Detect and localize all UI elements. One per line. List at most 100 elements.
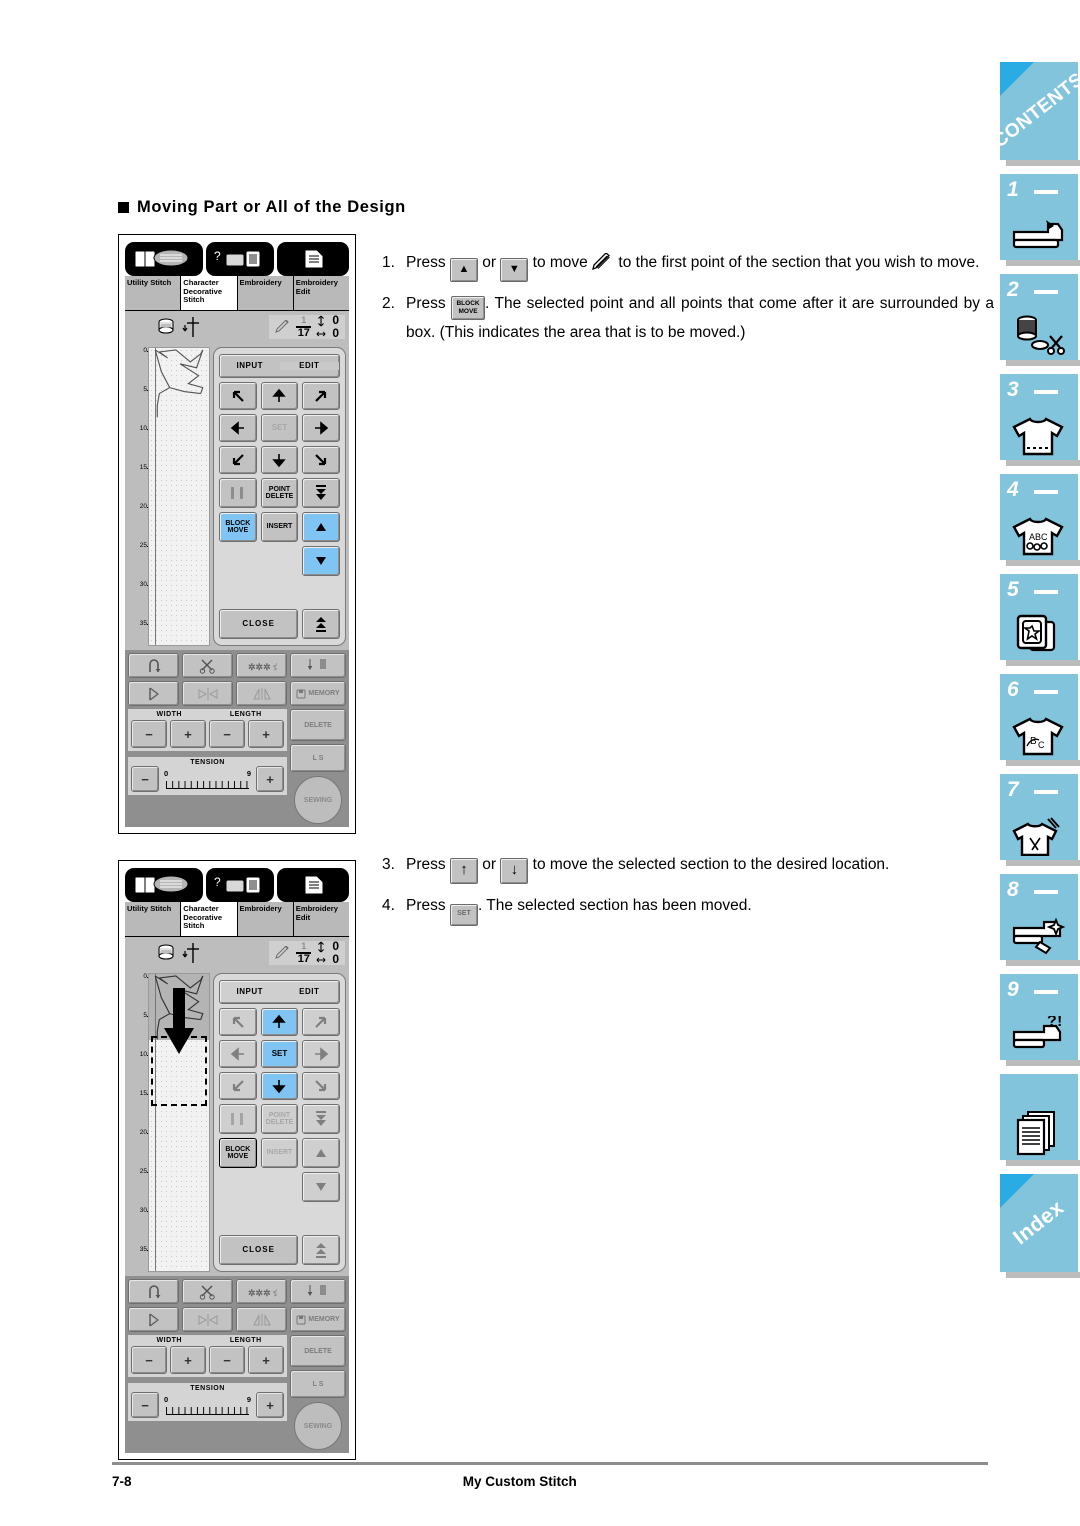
inline-up-arrow-key[interactable]: ▲	[449, 258, 478, 282]
inline-move-down-key[interactable]: ↓	[500, 858, 529, 884]
auto-lock-button[interactable]: ✲✲✲ ✩	[236, 1279, 287, 1304]
input-edit-toggle-2[interactable]: INPUT EDIT	[219, 980, 340, 1004]
width-plus-button[interactable]: +	[170, 720, 206, 748]
sidebar-tab-index[interactable]: Index	[1000, 1174, 1080, 1278]
sidebar-tab-1[interactable]: 1	[1000, 174, 1080, 266]
arrow-up-left-button[interactable]	[219, 1008, 257, 1036]
insert-button[interactable]: INSERT	[260, 512, 299, 542]
mirror-horizontal-button[interactable]	[182, 1307, 233, 1332]
tension-plus-button[interactable]: +	[256, 766, 284, 792]
tab-utility-stitch[interactable]: Utility Stitch	[125, 276, 182, 310]
arrow-right-button[interactable]	[302, 414, 340, 442]
delete-button[interactable]: DELETE	[290, 709, 346, 741]
arrow-down-right-button[interactable]	[302, 446, 340, 474]
tension-scale[interactable]: 0 9	[162, 1394, 253, 1416]
insert-button[interactable]: INSERT	[260, 1138, 299, 1168]
mirror-vertical-button[interactable]	[236, 1307, 287, 1332]
sidebar-tab-contents[interactable]: CONTENTS	[989, 62, 1080, 166]
tab-embroidery-edit[interactable]: Embroidery Edit	[293, 902, 349, 936]
width-minus-button[interactable]: −	[131, 720, 167, 748]
edit-mode-button[interactable]: EDIT	[280, 988, 340, 996]
length-minus-button[interactable]: −	[209, 720, 245, 748]
sidebar-tab-5[interactable]: 5	[1000, 574, 1080, 666]
sidebar-tab-appendix[interactable]	[1000, 1074, 1080, 1166]
reverse-stitch-button[interactable]	[128, 653, 179, 678]
input-edit-toggle-1[interactable]: INPUT EDIT	[219, 354, 340, 378]
set-button-1[interactable]: SET	[260, 414, 299, 442]
close-button-1[interactable]: CLOSE	[219, 609, 299, 639]
point-delete-button[interactable]: POINT DELETE	[260, 1104, 299, 1134]
design-canvas-1[interactable]	[148, 347, 210, 646]
stitch-width-guide-button[interactable]	[128, 1307, 179, 1332]
arrow-left-button[interactable]	[219, 1040, 257, 1068]
width-minus-button[interactable]: −	[131, 1346, 167, 1374]
design-canvas-2[interactable]	[148, 973, 210, 1272]
point-delete-button[interactable]: POINT DELETE	[260, 478, 299, 508]
scroll-down-button-2[interactable]	[302, 1172, 340, 1202]
needle-mode-button[interactable]	[290, 1279, 346, 1304]
stitch-width-guide-button[interactable]	[128, 681, 179, 706]
tab-embroidery-edit[interactable]: Embroidery Edit	[293, 276, 349, 310]
width-plus-button[interactable]: +	[170, 1346, 206, 1374]
sidebar-tab-4[interactable]: 4 ABC	[1000, 474, 1080, 566]
length-minus-button[interactable]: −	[209, 1346, 245, 1374]
mirror-vertical-button[interactable]	[236, 681, 287, 706]
tension-minus-button[interactable]: −	[131, 1392, 159, 1418]
sewing-button[interactable]: SEWING	[294, 776, 342, 824]
feed-bars-button[interactable]	[219, 478, 257, 508]
thread-cutter-button[interactable]	[182, 1279, 233, 1304]
block-move-button-2[interactable]: BLOCK MOVE	[219, 1138, 257, 1168]
length-plus-button[interactable]: +	[248, 720, 284, 748]
arrow-right-button[interactable]	[302, 1040, 340, 1068]
memory-button[interactable]: MEMORY	[290, 681, 346, 706]
tab-utility-stitch[interactable]: Utility Stitch	[125, 902, 182, 936]
arrow-down-button-2[interactable]	[260, 1072, 299, 1100]
delete-button[interactable]: DELETE	[290, 1335, 346, 1367]
scroll-up-button-1[interactable]	[302, 512, 340, 542]
settings-list-icon[interactable]	[277, 868, 349, 902]
arrow-up-left-button[interactable]	[219, 382, 257, 410]
design-preview-2[interactable]: 0 5 10 15 20 25 30 35	[128, 973, 210, 1272]
arrow-down-right-button[interactable]	[302, 1072, 340, 1100]
ls-button[interactable]: L S	[290, 1370, 346, 1398]
sidebar-tab-9[interactable]: 9?!	[1000, 974, 1080, 1066]
edit-mode-button[interactable]: EDIT	[279, 362, 339, 370]
tab-character-decorative-stitch[interactable]: Character Decorative Stitch	[181, 902, 238, 936]
memory-button[interactable]: MEMORY	[290, 1307, 346, 1332]
inline-set-key[interactable]: SET	[449, 904, 478, 926]
arrow-up-button[interactable]	[260, 382, 299, 410]
arrow-down-button[interactable]	[260, 446, 299, 474]
reverse-stitch-button[interactable]	[128, 1279, 179, 1304]
help-machine-icon[interactable]: ?	[206, 868, 274, 902]
tab-character-decorative-stitch[interactable]: Character Decorative Stitch	[181, 276, 238, 310]
tension-plus-button[interactable]: +	[256, 1392, 284, 1418]
set-button-2[interactable]: SET	[260, 1040, 299, 1068]
inline-block-move-key[interactable]: BLOCK MOVE	[451, 296, 486, 320]
sidebar-tab-2[interactable]: 2	[1000, 274, 1080, 366]
jump-first-button[interactable]	[302, 478, 340, 508]
sewing-button[interactable]: SEWING	[294, 1402, 342, 1450]
sidebar-tab-6[interactable]: 6 BC	[1000, 674, 1080, 766]
sidebar-tab-7[interactable]: 7	[1000, 774, 1080, 866]
scroll-up-button-2[interactable]	[302, 1138, 340, 1168]
auto-lock-button[interactable]: ✲✲✲ ✩	[236, 653, 287, 678]
arrow-down-left-button[interactable]	[219, 1072, 257, 1100]
arrow-left-button[interactable]	[219, 414, 257, 442]
sidebar-tab-3[interactable]: 3	[1000, 374, 1080, 466]
tab-embroidery[interactable]: Embroidery	[237, 276, 294, 310]
thread-cutter-button[interactable]	[182, 653, 233, 678]
design-preview-1[interactable]: 0 5 10 15 20 25 30 35	[128, 347, 210, 646]
arrow-up-button-2[interactable]	[260, 1008, 299, 1036]
arrow-up-right-button[interactable]	[302, 382, 340, 410]
arrow-up-right-button[interactable]	[302, 1008, 340, 1036]
jump-last-button[interactable]	[302, 609, 340, 639]
tension-minus-button[interactable]: −	[131, 766, 159, 792]
mirror-horizontal-button[interactable]	[182, 681, 233, 706]
manual-guide-icon[interactable]	[125, 868, 203, 902]
input-mode-button[interactable]: INPUT	[220, 988, 280, 996]
arrow-down-left-button[interactable]	[219, 446, 257, 474]
manual-guide-icon[interactable]	[125, 242, 203, 276]
sidebar-tab-8[interactable]: 8	[1000, 874, 1080, 966]
input-mode-button[interactable]: INPUT	[220, 362, 280, 370]
inline-down-arrow-key[interactable]: ▼	[500, 258, 529, 282]
